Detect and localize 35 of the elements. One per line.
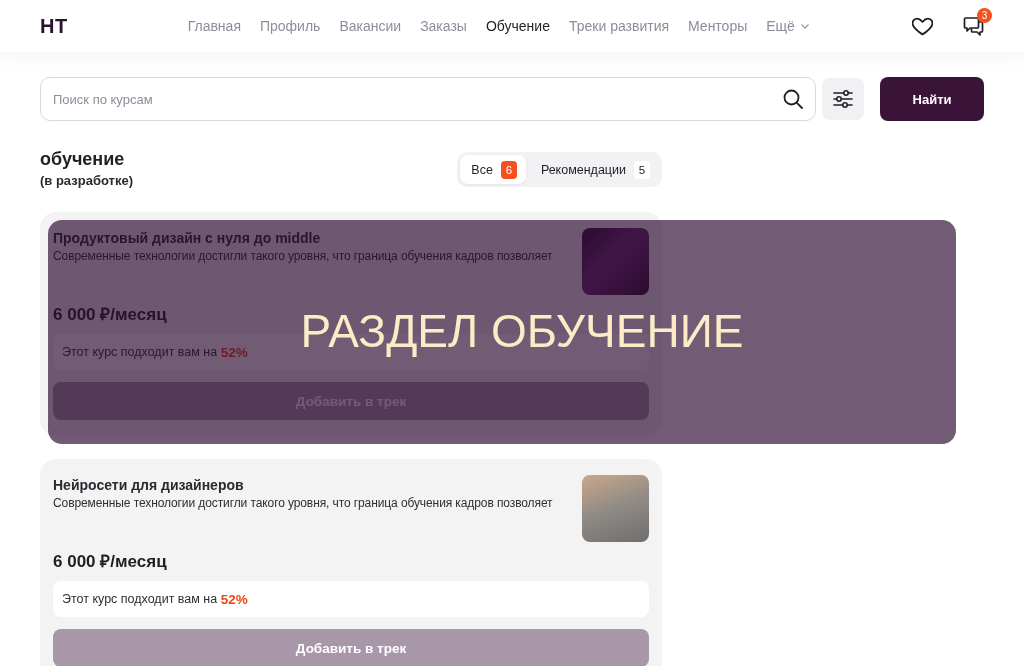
filter-tab[interactable]: Все 6 [460,155,526,184]
course-title: Продуктовый дизайн с нуля до middle [53,229,322,247]
caret-icon [800,23,809,29]
search-field[interactable]: Поиск по курсам [40,77,816,121]
filter-tab[interactable]: Рекомендации 5 [529,155,659,184]
count-badge: 6 [500,160,517,179]
heart-icon [912,16,933,36]
course-title: Нейросети для дизайнеров [53,476,245,494]
nav-link[interactable]: Профиль [259,18,321,34]
course-price: 6 000 ₽/месяц [53,304,168,326]
chat-icon [963,16,984,36]
messages-button[interactable] [963,16,984,36]
find-button[interactable]: Найти [880,77,984,121]
nav-link[interactable]: Вакансии [339,18,402,34]
photo-placeholder [582,228,649,295]
sliders-icon [833,90,853,108]
more-menu[interactable]: Ещё [766,18,809,34]
nav-link[interactable]: Менторы [688,18,748,34]
nav-link[interactable]: Обучение [485,18,550,34]
course-description: Современные технологии достигли такого уровня, что граница обучения кадров позволяет [53,495,554,512]
notification-badge: 3 [977,7,992,23]
course-description: Современные технологии достигли такого уровня, что граница обучения кадров позволяет [53,248,554,265]
nav-link[interactable]: Заказы [420,18,467,34]
section-title: обучение [40,148,126,170]
nav-link[interactable]: Треки развития [568,18,670,34]
logo[interactable]: HT [40,14,68,38]
search-icon[interactable] [783,89,803,109]
count-badge: 5 [634,160,650,179]
course-price: 6 000 ₽/месяц [53,551,168,573]
favorites-button[interactable] [912,16,933,36]
nav-link[interactable]: Главная [187,18,241,34]
section-subtitle: (в разработке) [40,172,133,190]
photo-placeholder [582,475,649,542]
filter-button[interactable] [822,78,864,120]
match-info: Этот курс подходит вам на 52% [53,581,649,617]
